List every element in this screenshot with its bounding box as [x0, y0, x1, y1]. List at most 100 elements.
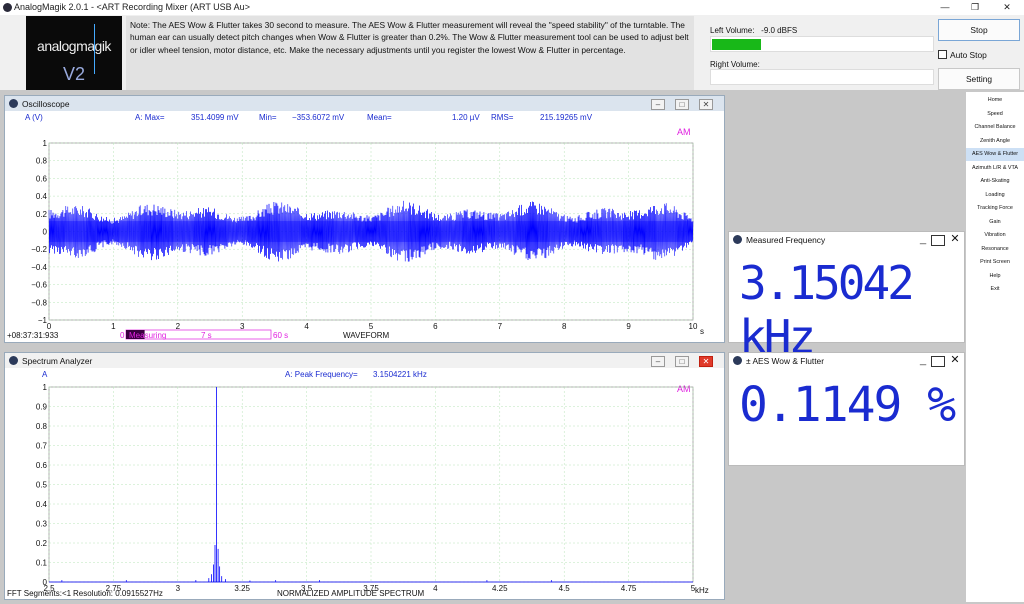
volume-panel: Left Volume: -9.0 dBFS Right Volume:	[708, 24, 934, 85]
y-tick-label: 0.5	[36, 481, 48, 490]
sidebar-item-print-screen[interactable]: Print Screen	[966, 256, 1024, 269]
y-tick-label: −0.4	[31, 263, 47, 272]
left-volume-value: -9.0 dBFS	[761, 26, 798, 35]
right-volume-meter	[710, 69, 934, 85]
oscilloscope-titlebar: Oscilloscope – □ ✕	[5, 96, 724, 111]
right-volume-label: Right Volume:	[710, 60, 760, 69]
fft-segments: FFT Segments:<1	[7, 589, 72, 598]
x-tick-label: 4.75	[621, 584, 637, 593]
oscilloscope-plot: A (V) A: Max= 351.4099 mV Min= −353.6072…	[7, 113, 704, 340]
x-tick-label: 5	[369, 322, 374, 331]
setting-button[interactable]: Setting	[938, 68, 1020, 90]
minimize-icon[interactable]: –	[651, 356, 665, 367]
sidebar-item-gain[interactable]: Gain	[966, 216, 1024, 229]
sidebar-item-aes-wow-flutter[interactable]: AES Wow & Flutter	[966, 148, 1024, 161]
progress-status: Measuring	[129, 331, 166, 340]
osc-rms-value: 215.19265 mV	[540, 113, 593, 122]
minimize-icon[interactable]: _	[916, 355, 930, 367]
spec-peak-value: 3.1504221 kHz	[373, 370, 427, 379]
window-icon	[9, 356, 18, 365]
window-icon	[9, 99, 18, 108]
spectrum-titlebar: Spectrum Analyzer – □ ✕	[5, 353, 724, 368]
restore-icon[interactable]: □	[675, 356, 689, 367]
oscilloscope-window: Oscilloscope – □ ✕ A (V) A: Max= 351.409…	[4, 95, 725, 343]
left-volume-meter	[710, 36, 934, 52]
note-text: Note: The AES Wow & Flutter takes 30 sec…	[126, 16, 694, 90]
osc-rms-label: RMS=	[491, 113, 514, 122]
restore-icon[interactable]: □	[675, 99, 689, 110]
sidebar-item-vibration[interactable]: Vibration	[966, 229, 1024, 242]
left-volume-label: Left Volume: -9.0 dBFS	[710, 26, 798, 35]
x-tick-label: 4	[304, 322, 309, 331]
osc-timestamp: +08:37:31:933	[7, 331, 59, 340]
y-tick-label: 1	[43, 139, 48, 148]
sidebar-item-azimuth-l-r-vta[interactable]: Azimuth L/R & VTA	[966, 162, 1024, 175]
window-icon	[733, 235, 742, 244]
osc-am-label: AM	[677, 127, 691, 137]
spec-footer: NORMALIZED AMPLITUDE SPECTRUM	[277, 589, 424, 598]
x-tick-label: 3.25	[234, 584, 250, 593]
restore-icon[interactable]: ❐	[960, 0, 990, 15]
spec-ylabel: A	[42, 370, 48, 379]
y-tick-label: 0.2	[36, 539, 48, 548]
wf-title: ± AES Wow & Flutter	[746, 356, 824, 366]
sidebar-item-anti-skating[interactable]: Anti-Skating	[966, 175, 1024, 188]
sidebar-item-speed[interactable]: Speed	[966, 108, 1024, 121]
osc-ylabel: A (V)	[25, 113, 43, 122]
x-tick-label: 4.25	[492, 584, 508, 593]
sidebar-item-resonance[interactable]: Resonance	[966, 243, 1024, 256]
close-icon[interactable]: ✕	[948, 355, 962, 367]
y-tick-label: 0.8	[36, 157, 48, 166]
sidebar-item-zenith-angle[interactable]: Zenith Angle	[966, 135, 1024, 148]
minimize-icon[interactable]: —	[930, 0, 960, 15]
spectrum-title: Spectrum Analyzer	[22, 356, 93, 366]
osc-xunit: s	[700, 327, 704, 336]
close-icon[interactable]: ✕	[948, 234, 962, 246]
y-tick-label: 0.8	[36, 422, 48, 431]
sidebar-item-home[interactable]: Home	[966, 94, 1024, 107]
stop-button[interactable]: Stop	[938, 19, 1020, 41]
minimize-icon[interactable]: _	[916, 234, 930, 246]
x-tick-label: 3	[176, 584, 181, 593]
osc-min-value: −353.6072 mV	[292, 113, 345, 122]
y-tick-label: −0.6	[31, 281, 47, 290]
osc-mean-label: Mean=	[367, 113, 392, 122]
window-title: AnalogMagik 2.0.1 - <ART Recording Mixer…	[14, 2, 250, 12]
osc-min-label: Min=	[259, 113, 277, 122]
spec-am-label: AM	[677, 384, 691, 394]
y-tick-label: 0.9	[36, 403, 48, 412]
auto-stop-label: Auto Stop	[950, 50, 987, 60]
window-icon	[733, 356, 742, 365]
osc-max-label: A: Max=	[135, 113, 165, 122]
sidebar-item-exit[interactable]: Exit	[966, 283, 1024, 296]
osc-mean-value: 1.20 µV	[452, 113, 480, 122]
sidebar: Home Speed Channel Balance Zenith Angle AES …	[966, 92, 1024, 602]
x-tick-label: 4.5	[559, 584, 571, 593]
wf-titlebar: ± AES Wow & Flutter _ ✕	[729, 353, 964, 368]
sidebar-item-tracking-force[interactable]: Tracking Force	[966, 202, 1024, 215]
minimize-icon[interactable]: –	[651, 99, 665, 110]
restore-icon[interactable]	[931, 356, 945, 367]
spec-xunit: kHz	[695, 586, 709, 595]
x-tick-label: 10	[689, 322, 698, 331]
freq-titlebar: Measured Frequency _ ✕	[729, 232, 964, 247]
x-tick-label: 1	[111, 322, 116, 331]
close-icon[interactable]: ✕	[992, 0, 1022, 15]
y-tick-label: −1	[38, 316, 48, 325]
y-tick-label: −0.8	[31, 298, 47, 307]
sidebar-item-loading[interactable]: Loading	[966, 189, 1024, 202]
auto-stop-checkbox[interactable]	[938, 50, 947, 59]
wow-flutter-value: 0.1149 %	[739, 377, 956, 433]
x-tick-label: 3	[240, 322, 245, 331]
measured-frequency-panel: Measured Frequency _ ✕ 3.15042 kHz	[728, 231, 965, 364]
freq-title: Measured Frequency	[746, 235, 826, 245]
restore-icon[interactable]	[931, 235, 945, 246]
close-icon[interactable]: ✕	[699, 99, 713, 110]
sidebar-item-channel-balance[interactable]: Channel Balance	[966, 121, 1024, 134]
x-tick-label: 6	[433, 322, 438, 331]
close-icon[interactable]: ✕	[699, 356, 713, 367]
oscilloscope-title: Oscilloscope	[22, 99, 70, 109]
y-tick-label: 0.7	[36, 442, 48, 451]
sidebar-item-help[interactable]: Help	[966, 270, 1024, 283]
y-tick-label: 0.1	[36, 559, 48, 568]
